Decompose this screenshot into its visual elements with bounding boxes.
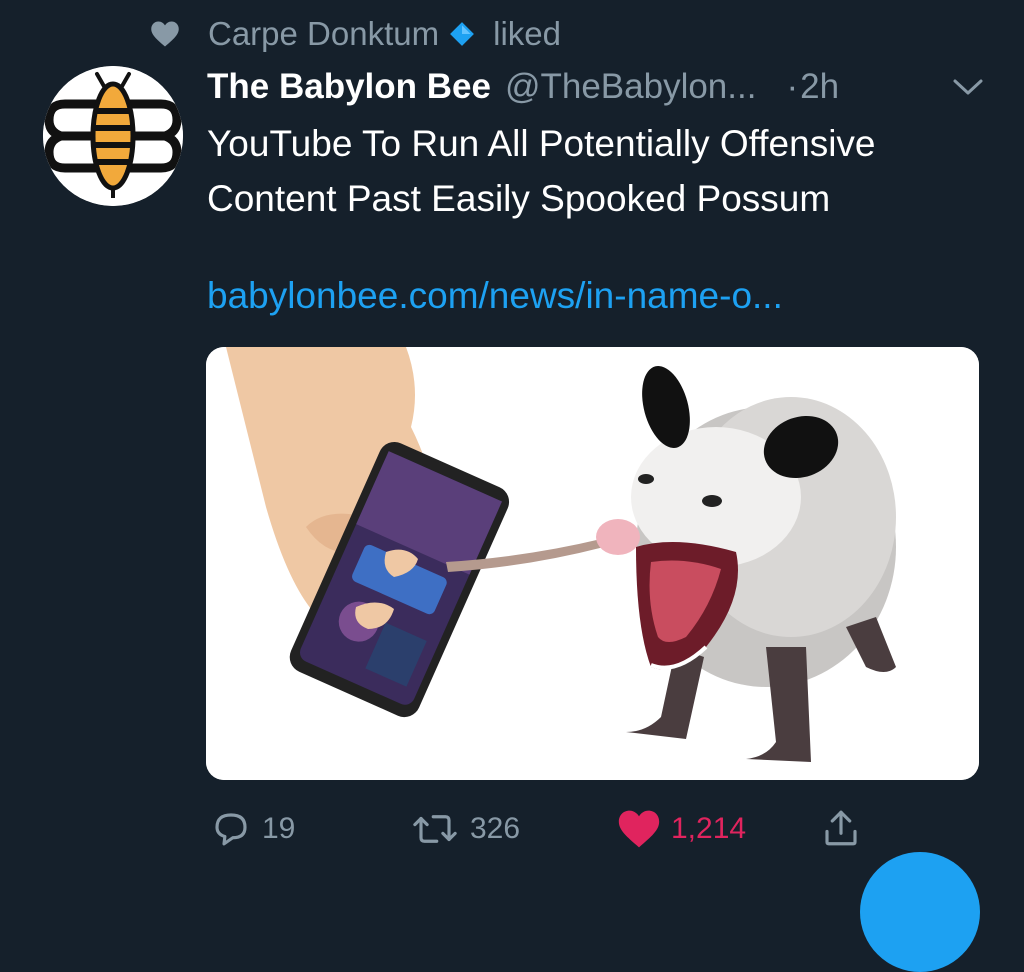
like-button[interactable]: 1,214 (617, 808, 746, 850)
retweet-count: 326 (470, 812, 521, 845)
separator-dot: · (786, 67, 799, 106)
compose-tweet-button[interactable] (860, 852, 980, 972)
avatar[interactable] (43, 66, 183, 206)
tweet-header: The Babylon Bee @TheBabylon... · 2h (207, 62, 839, 112)
reply-icon (215, 813, 247, 846)
babylon-bee-logo-icon (43, 66, 183, 206)
reply-count: 19 (262, 812, 296, 845)
retweet-button[interactable]: 326 (410, 808, 520, 850)
heart-filled-icon (618, 810, 660, 848)
like-count: 1,214 (671, 812, 747, 845)
tweet-image[interactable] (206, 347, 979, 780)
share-button[interactable] (820, 806, 872, 850)
share-icon (825, 810, 857, 846)
author-handle[interactable]: @TheBabylon... (505, 67, 757, 107)
tweet-link[interactable]: babylonbee.com/news/in-name-o... (207, 275, 783, 317)
context-user[interactable]: Carpe Donktum (208, 15, 439, 53)
tweet-actions: 19 326 1,214 (0, 806, 1024, 856)
social-context[interactable]: Carpe Donktum liked (150, 14, 561, 54)
author-name[interactable]: The Babylon Bee (207, 67, 491, 107)
timestamp[interactable]: 2h (800, 67, 839, 107)
heart-icon (151, 21, 179, 47)
context-action: liked (493, 15, 561, 52)
chevron-down-icon[interactable] (952, 76, 984, 98)
hand-phone-possum-photo (206, 347, 979, 780)
verified-diamond-icon (450, 22, 475, 46)
retweet-icon (413, 815, 457, 843)
reply-button[interactable]: 19 (210, 808, 295, 850)
tweet-text: YouTube To Run All Potentially Offensive… (207, 123, 876, 219)
